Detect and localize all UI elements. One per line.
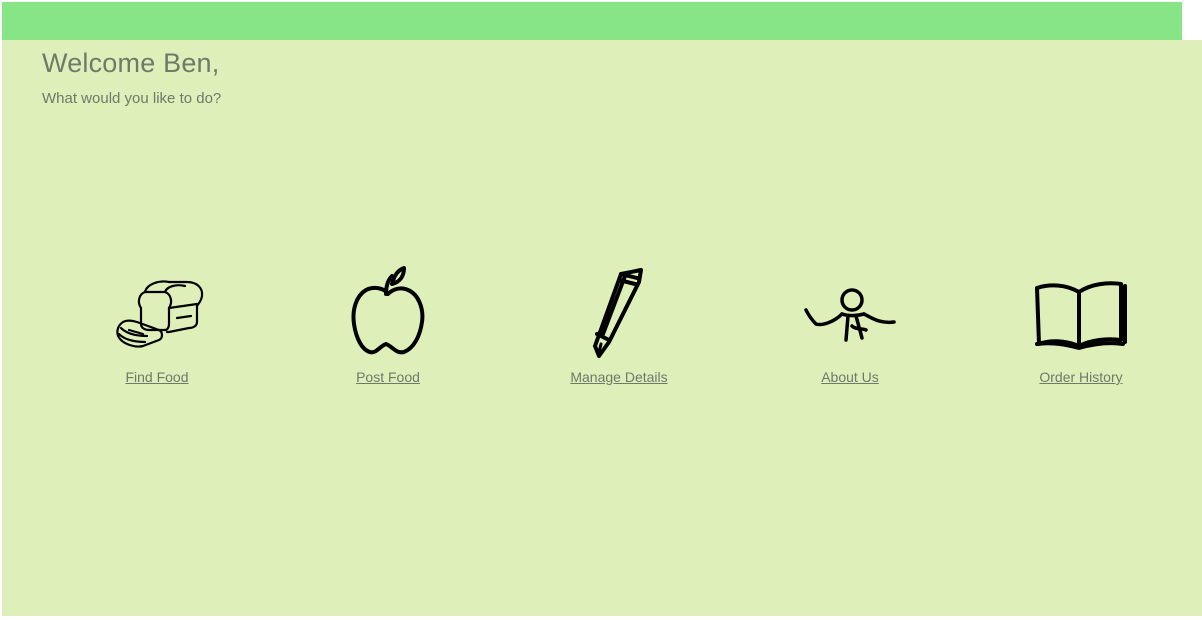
about-us-link[interactable]: About Us (750, 264, 950, 394)
pencil-icon[interactable] (569, 264, 669, 364)
apple-icon[interactable] (338, 264, 438, 364)
manage-details-link[interactable]: Manage Details (519, 264, 719, 394)
manage-details-label[interactable]: Manage Details (519, 369, 719, 385)
about-us-label[interactable]: About Us (750, 369, 950, 385)
order-history-label[interactable]: Order History (981, 369, 1181, 385)
find-food-link[interactable]: Find Food (57, 264, 257, 394)
welcome-heading: Welcome Ben, (42, 48, 220, 78)
order-history-link[interactable]: Order History (981, 264, 1181, 394)
prompt-text: What would you like to do? (42, 90, 222, 107)
person-icon[interactable] (800, 264, 900, 364)
book-icon[interactable] (1031, 264, 1131, 364)
bread-icon[interactable] (107, 264, 207, 364)
action-menu: Find Food Post Food Manage Details About… (2, 264, 1202, 394)
post-food-link[interactable]: Post Food (288, 264, 488, 394)
find-food-label[interactable]: Find Food (57, 369, 257, 385)
page: Welcome Ben, What would you like to do? … (2, 2, 1202, 616)
top-bar (2, 2, 1182, 40)
post-food-label[interactable]: Post Food (288, 369, 488, 385)
top-bar-gap (1182, 2, 1202, 40)
